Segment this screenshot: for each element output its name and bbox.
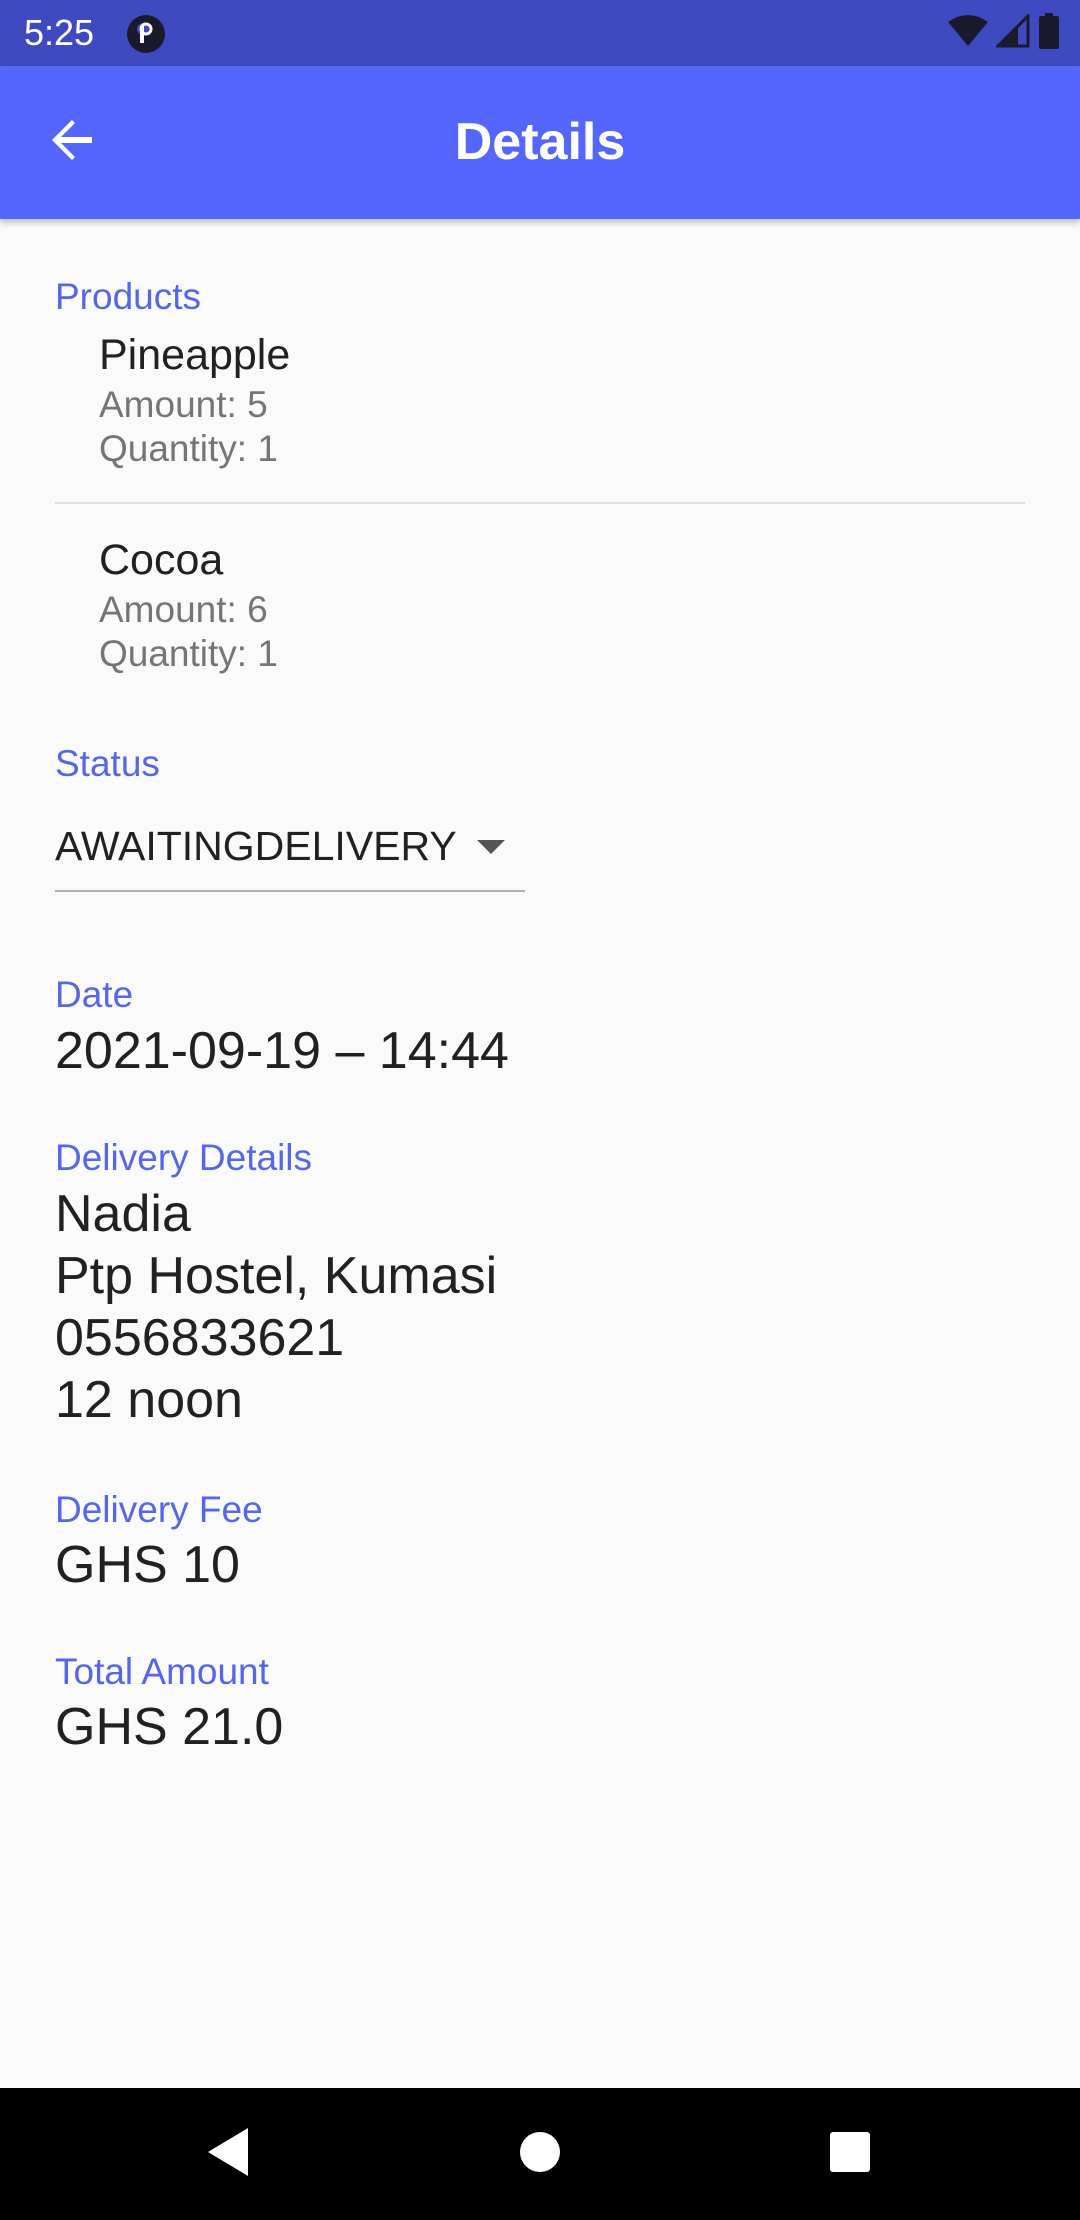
status-dropdown-value: AWAITINGDELIVERY xyxy=(55,823,457,869)
battery-icon xyxy=(1038,12,1060,54)
circle-home-icon xyxy=(518,2130,562,2179)
date-value: 2021-09-19 – 14:44 xyxy=(55,1022,509,1080)
nav-home-button[interactable] xyxy=(504,2118,576,2190)
delivery-fee-value: GHS 10 xyxy=(55,1536,240,1594)
delivery-location: Ptp Hostel, Kumasi xyxy=(55,1247,498,1305)
triangle-back-icon xyxy=(204,2126,252,2183)
delivery-time: 12 noon xyxy=(55,1371,243,1429)
date-label: Date xyxy=(55,974,134,1015)
wifi-icon xyxy=(948,14,988,53)
nav-recents-button[interactable] xyxy=(814,2118,886,2190)
product-name: Cocoa xyxy=(99,536,224,584)
delivery-fee-label: Delivery Fee xyxy=(55,1489,263,1530)
caret-down-icon xyxy=(477,840,505,854)
app-bar: Details xyxy=(0,66,1080,219)
total-amount-value: GHS 21.0 xyxy=(55,1698,284,1756)
delivery-name: Nadia xyxy=(55,1185,191,1243)
nav-back-button[interactable] xyxy=(192,2118,264,2190)
back-button[interactable] xyxy=(40,110,104,174)
product-amount: Amount: 6 xyxy=(99,589,268,630)
product-amount: Amount: 5 xyxy=(99,384,268,425)
product-quantity: Quantity: 1 xyxy=(99,633,278,674)
products-label: Products xyxy=(55,276,202,317)
status-dropdown[interactable]: AWAITINGDELIVERY xyxy=(55,804,525,892)
page-title: Details xyxy=(454,113,626,171)
status-bar: 5:25 xyxy=(0,0,1080,66)
delivery-details-label: Delivery Details xyxy=(55,1137,313,1178)
product-quantity: Quantity: 1 xyxy=(99,428,278,469)
cellular-signal-icon xyxy=(994,11,1030,53)
delivery-phone: 0556833621 xyxy=(55,1309,345,1367)
total-amount-label: Total Amount xyxy=(55,1651,269,1692)
status-icons xyxy=(948,11,1060,54)
arrow-left-icon xyxy=(48,116,96,169)
square-recents-icon xyxy=(829,2131,871,2178)
status-time: 5:25 xyxy=(24,12,95,53)
product-name: Pineapple xyxy=(99,331,291,379)
status-label: Status xyxy=(55,743,160,784)
product-divider xyxy=(55,502,1025,504)
notification-app-icon xyxy=(126,14,166,54)
system-nav-bar xyxy=(0,2088,1080,2220)
